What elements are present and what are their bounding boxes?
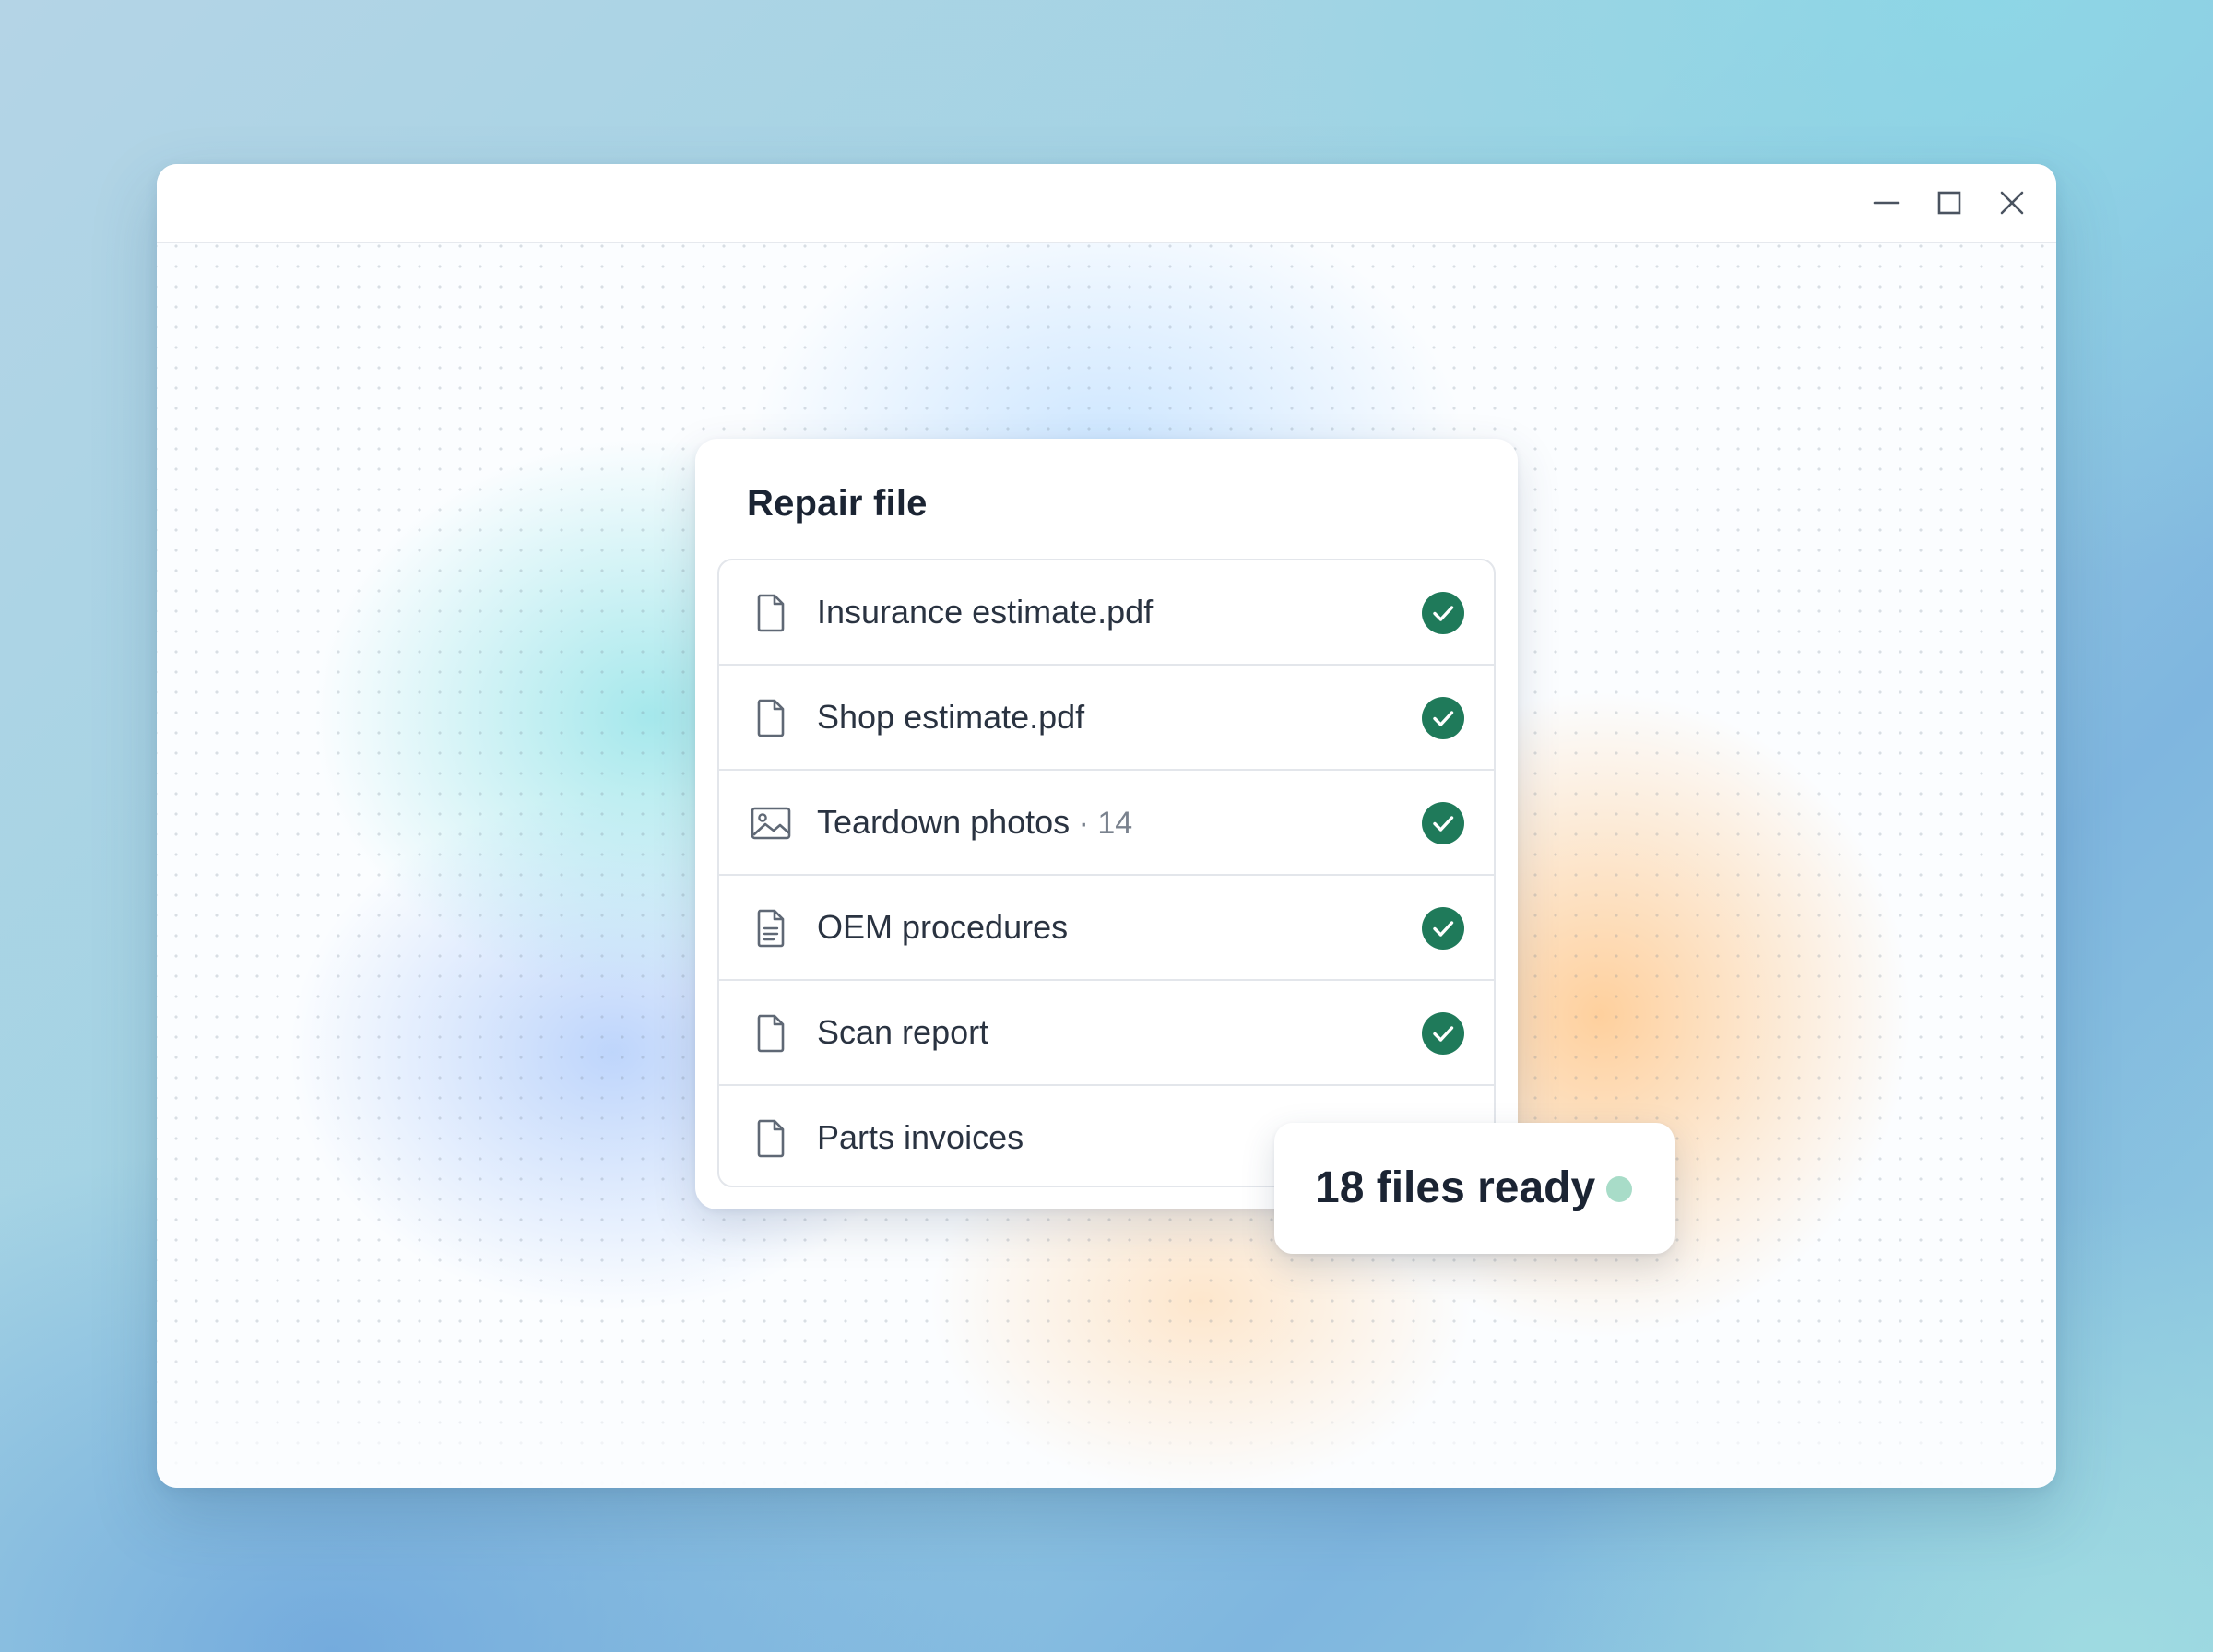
file-label: Parts invoices <box>817 1118 1024 1156</box>
file-count: · 14 <box>1070 806 1133 841</box>
file-label: Insurance estimate.pdf <box>817 593 1154 631</box>
close-icon <box>2000 191 2024 215</box>
maximize-icon <box>1937 191 1961 215</box>
file-list: Insurance estimate.pdf Shop estimate.pdf <box>717 559 1496 1187</box>
document-icon <box>749 1116 793 1161</box>
check-icon <box>1422 1012 1464 1055</box>
check-icon <box>1422 592 1464 634</box>
file-label: Shop estimate.pdf <box>817 698 1085 736</box>
file-row-shop-estimate[interactable]: Shop estimate.pdf <box>719 666 1494 771</box>
status-dot <box>1606 1176 1632 1202</box>
file-row-teardown-photos[interactable]: Teardown photos · 14 <box>719 771 1494 876</box>
minimize-icon <box>1873 201 1900 205</box>
maximize-button[interactable] <box>1929 183 1970 223</box>
file-row-scan-report[interactable]: Scan report <box>719 981 1494 1086</box>
card-title: Repair file <box>747 483 928 524</box>
document-icon <box>749 591 793 635</box>
file-row-oem-procedures[interactable]: OEM procedures <box>719 876 1494 981</box>
minimize-button[interactable] <box>1866 183 1907 223</box>
document-icon <box>749 1011 793 1056</box>
file-label: Teardown photos <box>817 803 1071 841</box>
repair-file-card: Repair file Insurance estimate.pdf Shop … <box>695 439 1518 1210</box>
file-label: Scan report <box>817 1013 989 1051</box>
title-bar <box>157 164 2056 243</box>
files-ready-badge: 18 files ready <box>1274 1123 1675 1254</box>
image-icon <box>749 801 793 845</box>
file-row-insurance-estimate[interactable]: Insurance estimate.pdf <box>719 560 1494 666</box>
check-icon <box>1422 907 1464 950</box>
file-label: OEM procedures <box>817 908 1069 946</box>
text-document-icon <box>749 906 793 950</box>
document-icon <box>749 696 793 740</box>
check-icon <box>1422 802 1464 844</box>
status-text: 18 files ready <box>1315 1163 1596 1212</box>
app-window: Repair file Insurance estimate.pdf Shop … <box>157 164 2056 1488</box>
check-icon <box>1422 697 1464 739</box>
close-button[interactable] <box>1992 183 2032 223</box>
